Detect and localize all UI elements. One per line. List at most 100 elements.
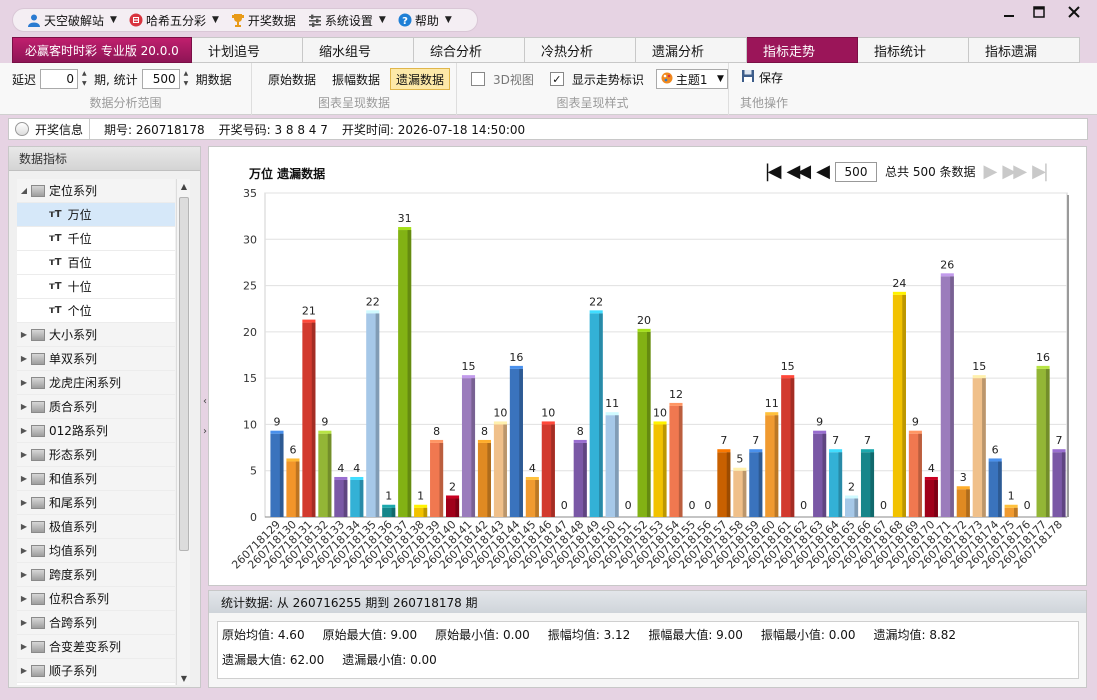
stat-item: 振幅最大值: 9.00	[648, 628, 743, 642]
collapsed-arrow-icon[interactable]: ▶	[17, 498, 31, 507]
menu-draw-data-label: 开奖数据	[247, 13, 296, 28]
draw-info-button[interactable]: 开奖信息	[15, 119, 91, 139]
data-bar-shade	[918, 433, 922, 517]
collapsed-arrow-icon[interactable]: ▶	[17, 474, 31, 483]
theme-select[interactable]: 主题1 ▼	[655, 69, 728, 89]
expand-arrow-icon[interactable]: ◢	[17, 186, 31, 195]
3d-view-checkbox[interactable]	[471, 72, 485, 86]
data-label: 4	[337, 462, 344, 475]
tree-group[interactable]: ▶ 单双系列	[17, 347, 175, 371]
tree-item[interactable]: тT 个位	[17, 299, 175, 323]
amplitude-data-button[interactable]: 振幅数据	[326, 68, 386, 90]
collapsed-arrow-icon[interactable]: ▶	[17, 378, 31, 387]
tree-group-position[interactable]: ◢ 定位系列	[17, 179, 175, 203]
tree-group[interactable]: ▶ 合跨系列	[17, 611, 175, 635]
missing-data-button[interactable]: 遗漏数据	[390, 68, 451, 90]
fast-back-icon[interactable]: ◀◀	[786, 161, 811, 182]
tree-group[interactable]: ▶ 跨度系列	[17, 563, 175, 587]
data-bar-cap	[956, 486, 970, 490]
data-bar-shade	[375, 313, 380, 517]
data-bar-shade	[854, 498, 859, 517]
tree-item[interactable]: тT 千位	[17, 227, 175, 251]
collapsed-arrow-icon[interactable]: ▶	[17, 402, 31, 411]
tree-group[interactable]: ▶ 合变差变系列	[17, 635, 175, 659]
tab-indicator-trend[interactable]: 指标走势	[747, 37, 858, 63]
delay-spinner[interactable]: ▲ ▼	[82, 69, 90, 89]
tree-group[interactable]: ▶ 龙虎庄闲系列	[17, 371, 175, 395]
tree-group[interactable]: ▶ 极值系列	[17, 515, 175, 539]
collapsed-arrow-icon[interactable]: ▶	[17, 594, 31, 603]
last-page-icon[interactable]: ▶|	[1032, 161, 1049, 182]
maximize-icon[interactable]	[1025, 4, 1053, 20]
data-label: 6	[992, 443, 999, 456]
delay-input[interactable]: 0	[40, 69, 79, 89]
menu-settings-label: 系统设置	[324, 13, 373, 28]
tree-group[interactable]: ▶ 大小系列	[17, 323, 175, 347]
tree-group[interactable]: ▶ 质合系列	[17, 395, 175, 419]
tree-item[interactable]: тT 百位	[17, 251, 175, 275]
close-icon[interactable]	[1060, 4, 1088, 20]
tab-reduce-numbers[interactable]: 缩水组号	[303, 37, 414, 63]
scroll-up-icon[interactable]: ▲	[177, 179, 191, 193]
chevron-right-icon[interactable]: ›	[203, 426, 207, 437]
data-label: 26	[940, 258, 954, 271]
tree-group[interactable]: ▶ 和尾系列	[17, 491, 175, 515]
first-page-icon[interactable]: |◀	[765, 161, 782, 182]
raw-data-button[interactable]: 原始数据	[262, 68, 322, 90]
collapsed-arrow-icon[interactable]: ▶	[17, 546, 31, 555]
collapsed-arrow-icon[interactable]: ▶	[17, 666, 31, 675]
tree-group[interactable]: ▶ 012路系列	[17, 419, 175, 443]
tree-group[interactable]: ▶ 形态系列	[17, 443, 175, 467]
collapsed-arrow-icon[interactable]: ▶	[17, 618, 31, 627]
collapsed-arrow-icon[interactable]: ▶	[17, 354, 31, 363]
page-size-input[interactable]: 500	[835, 161, 877, 182]
data-label: 20	[637, 314, 651, 327]
trend-marker-checkbox[interactable]: ✓	[549, 72, 564, 86]
tab-missing-analysis[interactable]: 遗漏分析	[636, 37, 747, 63]
data-bar-shade	[870, 452, 875, 517]
collapsed-arrow-icon[interactable]: ▶	[17, 642, 31, 651]
tree-item-label: 十位	[67, 280, 92, 294]
tree-group[interactable]: ▶ 顺子系列	[17, 659, 175, 683]
collapsed-arrow-icon[interactable]: ▶	[17, 426, 31, 435]
data-bar-shade	[982, 378, 986, 517]
scroll-thumb[interactable]	[179, 197, 189, 551]
chevron-left-icon[interactable]: ‹	[203, 396, 207, 407]
tab-brand[interactable]: 必赢客时时彩 专业版 20.0.0	[12, 37, 192, 63]
collapsed-arrow-icon[interactable]: ▶	[17, 570, 31, 579]
stat-count-input[interactable]: 500	[141, 69, 180, 89]
tree-group[interactable]: ▶ 均值系列	[17, 539, 175, 563]
tab-plan-tracking[interactable]: 计划追号	[192, 37, 303, 63]
menu-lottery[interactable]: 哈希五分彩 ▼	[125, 9, 223, 31]
tab-hot-cold[interactable]: 冷热分析	[525, 37, 636, 63]
tree-group[interactable]: ▶ 位积合系列	[17, 587, 175, 611]
data-bar-cap	[813, 430, 827, 434]
stat-count-spinner[interactable]: ▲ ▼	[184, 69, 192, 89]
menu-draw-data[interactable]: 开奖数据	[227, 9, 300, 31]
fast-forward-icon[interactable]: ▶▶	[1002, 161, 1027, 182]
collapsed-arrow-icon[interactable]: ▶	[17, 330, 31, 339]
sidebar-scrollbar[interactable]: ▲ ▼	[176, 179, 190, 685]
tree-group[interactable]: ▶ 和值系列	[17, 467, 175, 491]
tree-item[interactable]: тT 十位	[17, 275, 175, 299]
tree-item[interactable]: тT 万位	[17, 203, 175, 227]
total-count: 总共 500 条数据	[885, 165, 976, 179]
tab-indicator-stats[interactable]: 指标统计	[858, 37, 969, 63]
tab-comprehensive[interactable]: 综合分析	[414, 37, 525, 63]
data-bar-shade	[1045, 368, 1050, 517]
prev-page-icon[interactable]: ◀	[816, 161, 830, 182]
next-page-icon[interactable]: ▶	[984, 161, 998, 182]
menu-help[interactable]: ? 帮助 ▼	[394, 9, 456, 31]
save-button[interactable]: 保存	[741, 69, 783, 86]
tree-group-label: 和值系列	[49, 472, 98, 486]
collapsed-arrow-icon[interactable]: ▶	[17, 450, 31, 459]
menu-settings[interactable]: 系统设置 ▼	[304, 9, 390, 31]
data-bar-shade	[998, 461, 1002, 517]
data-label: 4	[928, 462, 935, 475]
minimize-icon[interactable]	[995, 4, 1023, 20]
scroll-down-icon[interactable]: ▼	[177, 671, 191, 685]
collapsed-arrow-icon[interactable]: ▶	[17, 522, 31, 531]
data-bar-cap	[350, 476, 364, 480]
menu-site[interactable]: 天空破解站 ▼	[23, 9, 121, 31]
tab-indicator-missing[interactable]: 指标遗漏	[969, 37, 1080, 63]
